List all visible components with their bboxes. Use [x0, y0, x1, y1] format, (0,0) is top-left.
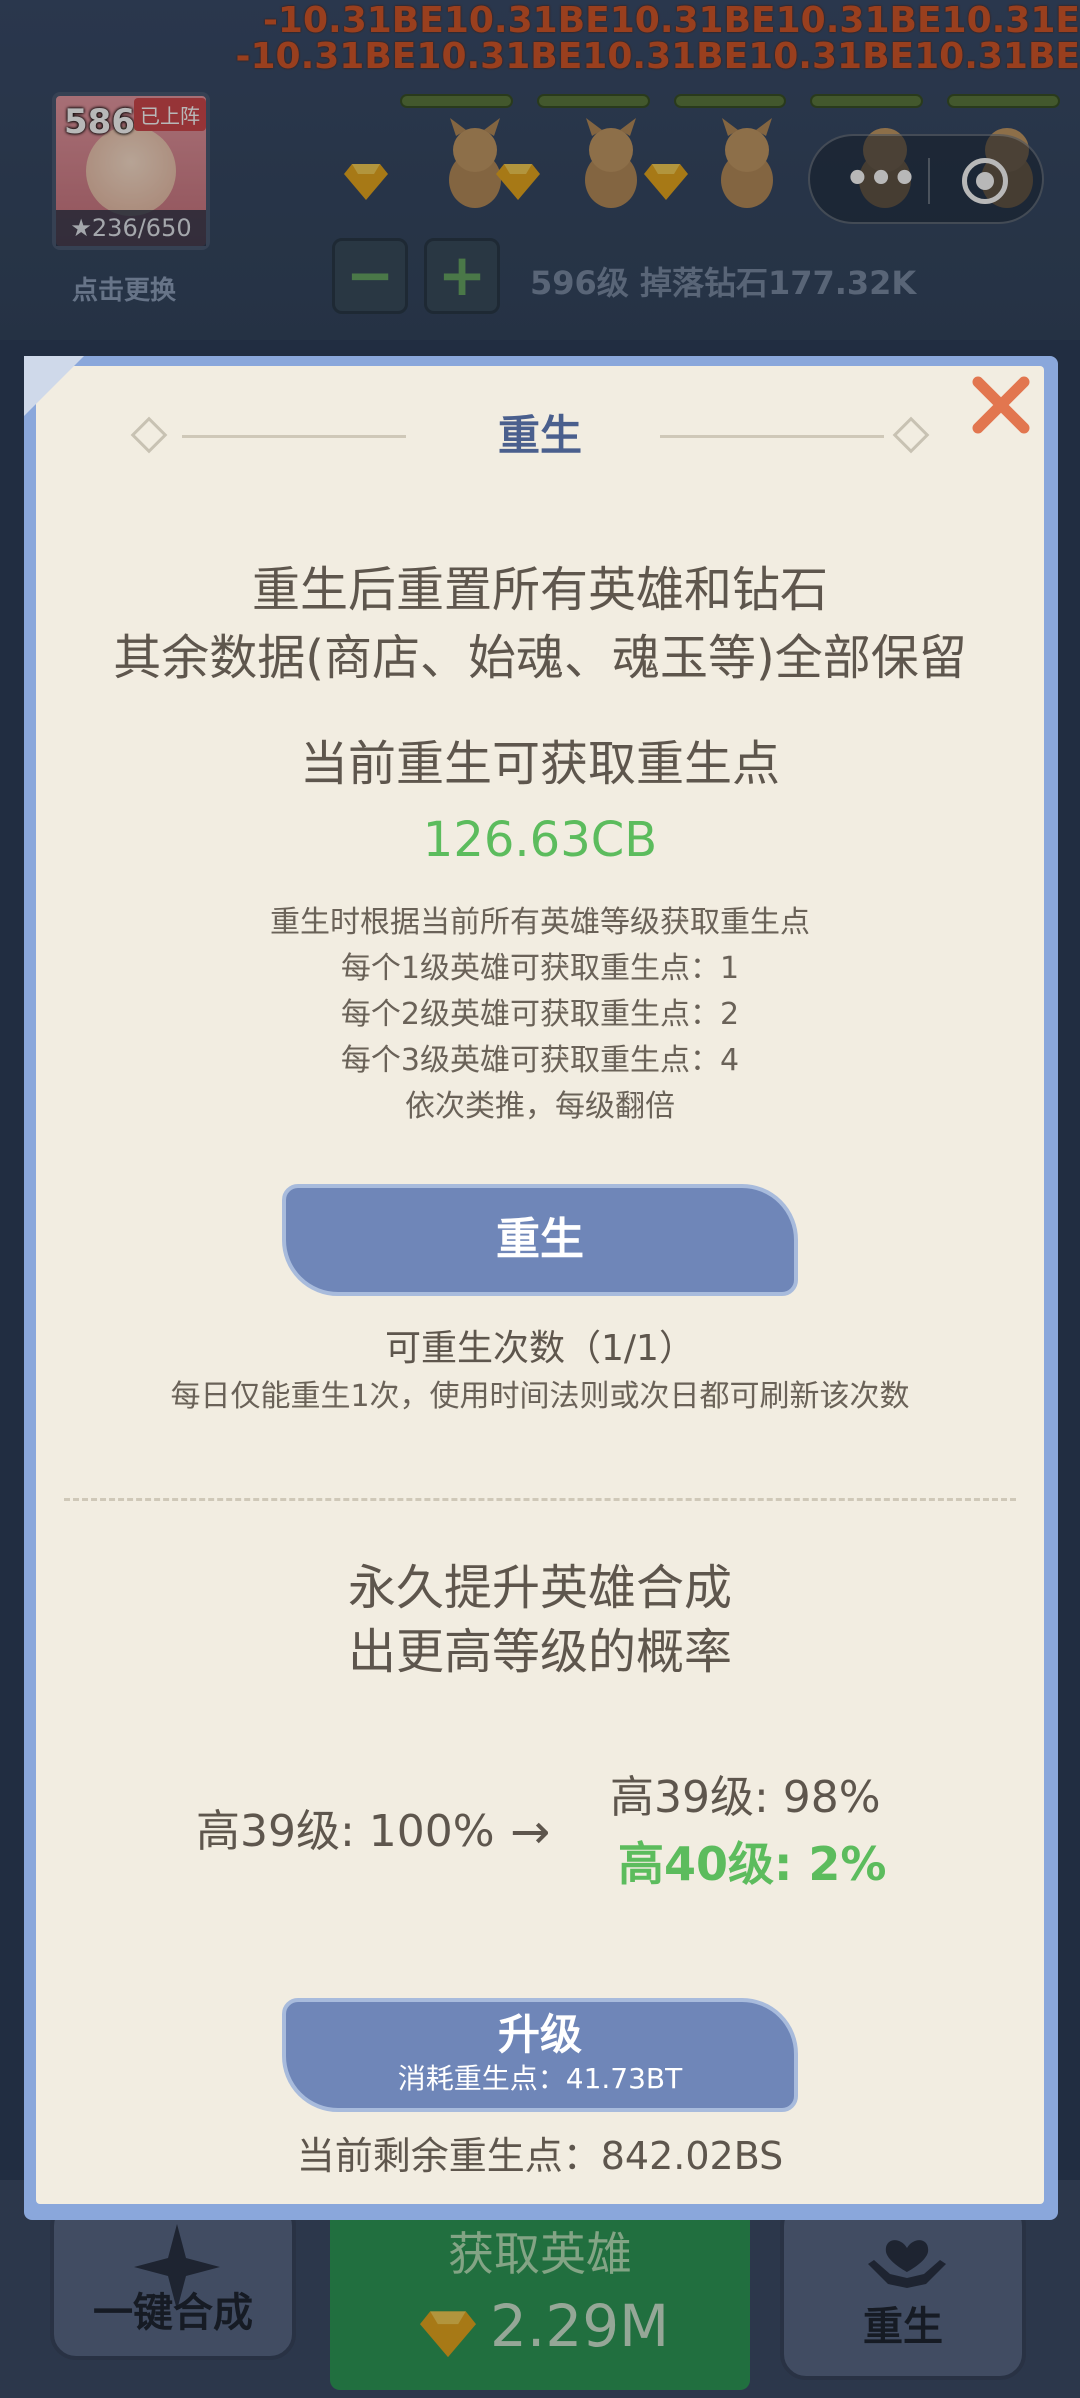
- rule-text: 每个2级英雄可获取重生点：2: [340, 997, 740, 1032]
- reset-description: 重生后重置所有英雄和钻石: [251, 562, 828, 618]
- rebirth-points-value: 126.63CB: [422, 812, 658, 868]
- page-corner-decoration: [24, 356, 84, 416]
- rule-text: 依次类推，每级翻倍: [405, 1089, 675, 1124]
- upgrade-cost: 消耗重生点：41.73BT: [397, 2062, 683, 2095]
- dialog-title-row: 重生: [130, 408, 950, 464]
- keep-description: 其余数据(商店、始魂、魂玉等)全部保留: [113, 630, 967, 686]
- current-rate: 高39级: 100%: [196, 1806, 495, 1857]
- close-icon[interactable]: [968, 372, 1034, 438]
- new-rate-level-39: 高39级: 98%: [610, 1772, 881, 1823]
- section-divider: [64, 1498, 1016, 1501]
- permanent-upgrade-title: 永久提升英雄合成: [347, 1560, 732, 1616]
- rule-text: 重生时根据当前所有英雄等级获取重生点: [270, 905, 810, 940]
- rule-text: 每个3级英雄可获取重生点：4: [340, 1043, 740, 1078]
- arrow-right-icon: →: [510, 1804, 551, 1860]
- upgrade-button[interactable]: 升级 消耗重生点：41.73BT: [282, 1998, 798, 2112]
- new-rate-level-40: 高40级: 2%: [618, 1837, 887, 1891]
- rebirth-button[interactable]: 重生: [282, 1184, 798, 1296]
- remaining-points: 当前剩余重生点：842.02BS: [296, 2134, 784, 2178]
- title-divider-right: [660, 435, 884, 438]
- points-title: 当前重生可获取重生点: [299, 736, 780, 792]
- rule-text: 每个1级英雄可获取重生点：1: [340, 951, 740, 986]
- upgrade-label: 升级: [497, 2010, 582, 2059]
- rebirth-count: 可重生次数（1/1）: [385, 1328, 695, 1369]
- permanent-upgrade-subtitle: 出更高等级的概率: [347, 1624, 732, 1680]
- daily-refresh-note: 每日仅能重生1次，使用时间法则或次日都可刷新该次数: [170, 1379, 910, 1414]
